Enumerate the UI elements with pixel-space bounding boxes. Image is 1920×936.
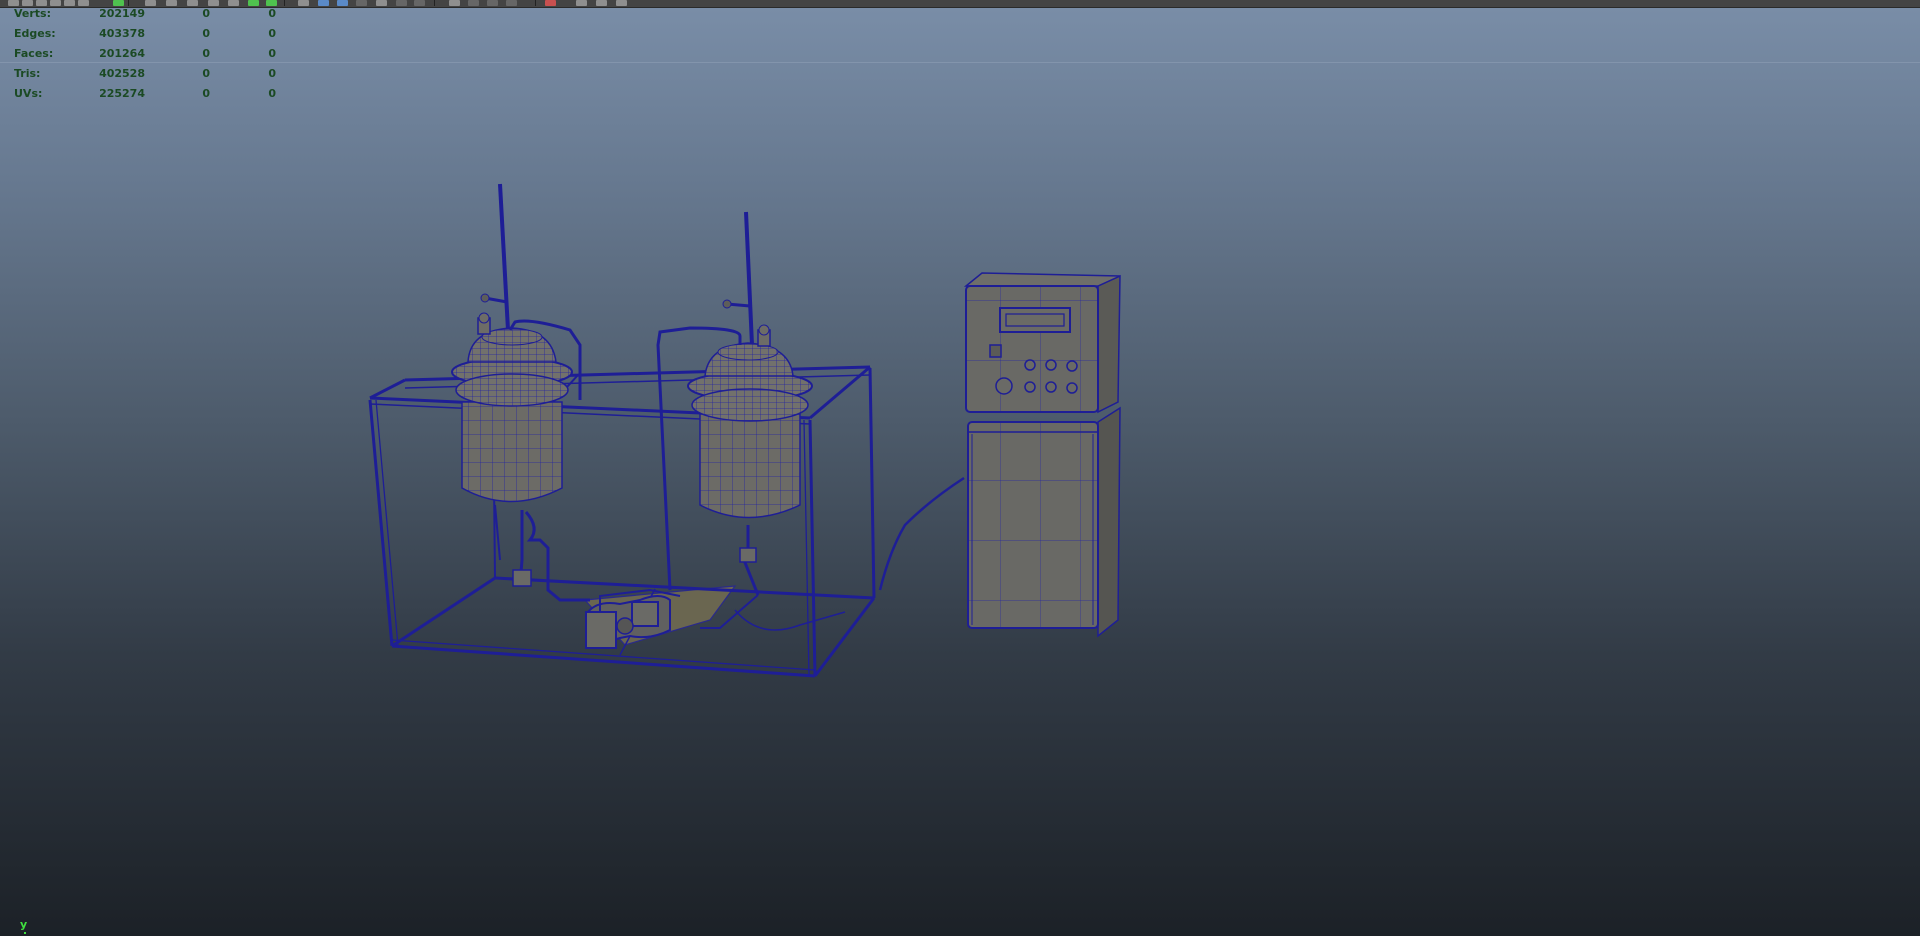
control-cabinet[interactable]: [963, 272, 1121, 638]
left-tank[interactable]: [451, 183, 590, 602]
power-cable[interactable]: [878, 476, 965, 591]
wireframe-scene[interactable]: [0, 0, 1920, 936]
axis-origin-marker: [24, 932, 26, 934]
3d-viewport[interactable]: Verts: 202149 0 0 Edges: 403378 0 0 Face…: [0, 0, 1920, 936]
right-tank[interactable]: [656, 211, 846, 631]
view-axis-indicator: y: [20, 918, 28, 931]
